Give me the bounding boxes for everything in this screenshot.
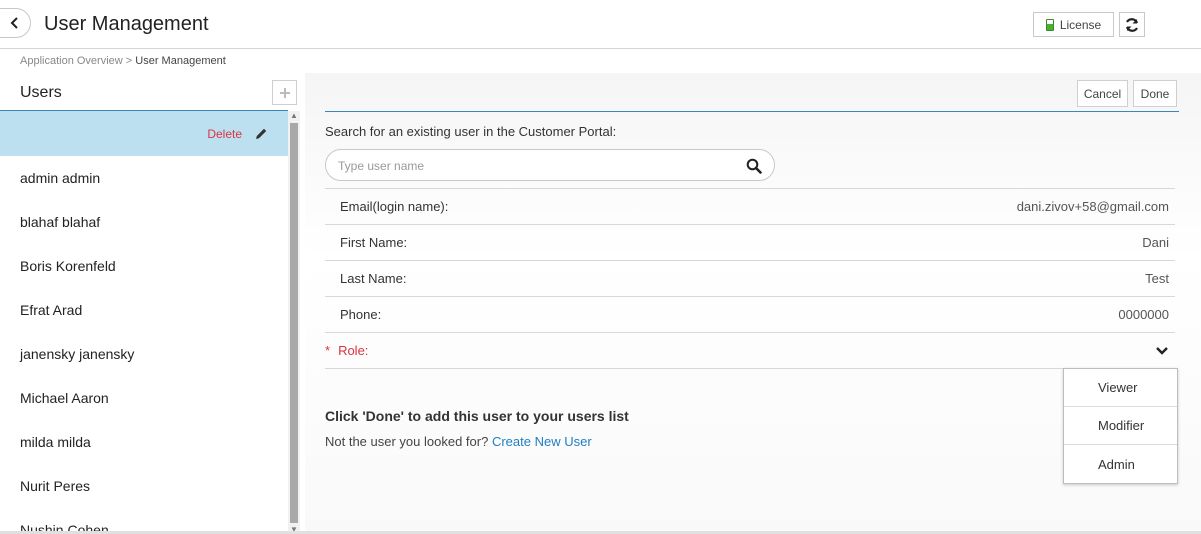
license-button[interactable]: License — [1033, 12, 1114, 37]
chevron-down-icon[interactable] — [1155, 346, 1169, 356]
role-label-group: * Role: — [325, 343, 368, 358]
panel-divider — [325, 111, 1179, 112]
scroll-up-arrow-icon[interactable]: ▲ — [290, 111, 298, 120]
refresh-icon — [1125, 17, 1139, 32]
page-title: User Management — [44, 13, 209, 35]
last-name-row: Last Name: Test — [325, 260, 1175, 296]
user-list-scrollbar[interactable]: ▲ ▼ — [288, 111, 300, 534]
not-user-label: Not the user you looked for? — [325, 434, 489, 449]
role-row[interactable]: * Role: — [325, 332, 1175, 368]
breadcrumb-current: User Management — [135, 55, 226, 67]
first-name-value: Dani — [1142, 235, 1169, 250]
user-search-input[interactable] — [338, 157, 728, 175]
breadcrumb: Application Overview > User Management — [20, 55, 226, 67]
first-name-row: First Name: Dani — [325, 224, 1175, 260]
refresh-button[interactable] — [1119, 12, 1145, 37]
user-list-item[interactable]: milda milda — [0, 420, 288, 464]
user-list-item[interactable]: blahaf blahaf — [0, 200, 288, 244]
user-list-item[interactable]: Boris Korenfeld — [0, 244, 288, 288]
user-details-panel: Cancel Done Search for an existing user … — [305, 73, 1201, 534]
role-dropdown: Viewer Modifier Admin — [1063, 368, 1178, 484]
back-button[interactable] — [0, 8, 31, 38]
email-row: Email(login name): dani.zivov+58@gmail.c… — [325, 188, 1175, 224]
role-option-modifier[interactable]: Modifier — [1064, 407, 1177, 445]
done-button[interactable]: Done — [1133, 80, 1177, 107]
breadcrumb-parent[interactable]: Application Overview — [20, 55, 123, 67]
delete-user-link[interactable]: Delete — [207, 127, 242, 141]
create-new-user-link[interactable]: Create New User — [492, 434, 592, 449]
search-icon[interactable] — [746, 158, 762, 174]
email-label: Email(login name): — [340, 199, 449, 214]
user-list-item[interactable]: admin admin — [0, 156, 288, 200]
user-list: Delete admin admin blahaf blahaf Boris K… — [0, 111, 288, 534]
role-divider — [325, 368, 1175, 369]
user-list-item[interactable]: Efrat Arad — [0, 288, 288, 332]
last-name-label: Last Name: — [340, 271, 407, 286]
app-header: User Management License — [0, 0, 1201, 49]
search-box — [325, 149, 775, 181]
users-heading: Users — [20, 84, 62, 101]
done-hint: Click 'Done' to add this user to your us… — [325, 408, 629, 424]
pencil-icon[interactable] — [254, 127, 268, 141]
user-list-item[interactable]: Michael Aaron — [0, 376, 288, 420]
last-name-value: Test — [1145, 271, 1169, 286]
role-option-admin[interactable]: Admin — [1064, 445, 1177, 483]
not-user-text: Not the user you looked for? Create New … — [325, 434, 592, 449]
email-value: dani.zivov+58@gmail.com — [1016, 199, 1169, 214]
role-option-viewer[interactable]: Viewer — [1064, 369, 1177, 407]
phone-row: Phone: 0000000 — [325, 296, 1175, 332]
phone-label: Phone: — [340, 307, 382, 322]
phone-value: 0000000 — [1118, 307, 1169, 322]
scroll-thumb[interactable] — [290, 123, 298, 523]
role-label: Role: — [338, 343, 369, 358]
user-item-selected[interactable]: Delete — [0, 111, 288, 156]
first-name-label: First Name: — [340, 235, 408, 250]
battery-icon — [1045, 18, 1054, 31]
required-mark: * — [325, 343, 331, 358]
license-label: License — [1059, 17, 1102, 32]
plus-icon — [279, 87, 290, 98]
breadcrumb-separator: > — [125, 55, 133, 67]
search-label: Search for an existing user in the Custo… — [325, 124, 617, 139]
cancel-button[interactable]: Cancel — [1077, 80, 1128, 107]
users-panel: Users Delete admin admin blahaf blahaf B… — [0, 73, 300, 534]
user-list-item[interactable]: Nurit Peres — [0, 464, 288, 508]
user-list-item[interactable]: janensky janensky — [0, 332, 288, 376]
chevron-left-icon — [10, 17, 18, 29]
add-user-button[interactable] — [272, 80, 297, 105]
